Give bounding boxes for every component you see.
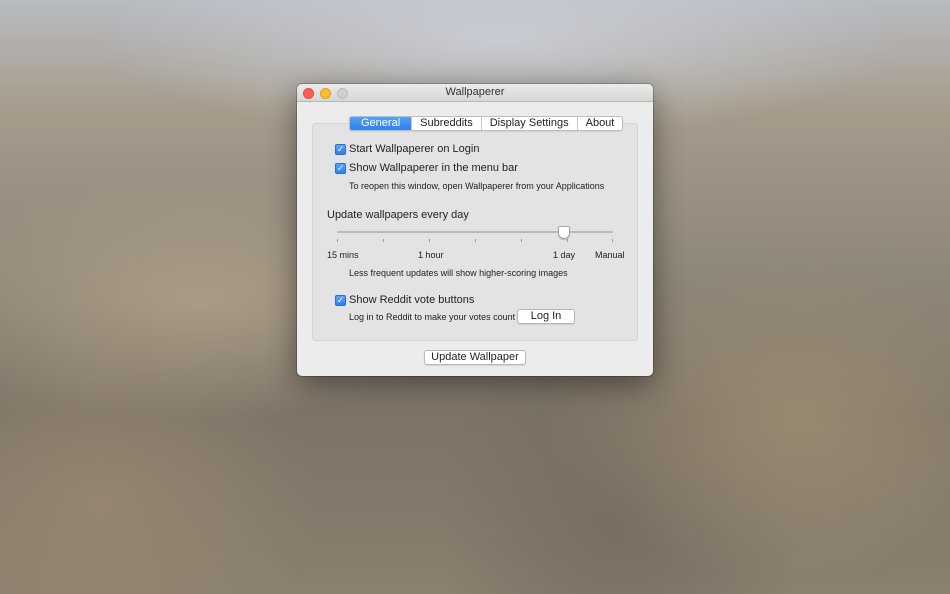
slider-tick — [521, 239, 522, 242]
slider-tick — [429, 239, 430, 242]
window-title: Wallpaperer — [445, 86, 505, 98]
slider-tick — [337, 239, 338, 242]
update-hint: Less frequent updates will show higher-s… — [349, 268, 568, 278]
vote-buttons-row: ✓ Show Reddit vote buttons — [335, 294, 474, 306]
start-on-login-checkbox[interactable]: ✓ — [335, 143, 346, 155]
wallpaperer-window: Wallpaperer General Subreddits Display S… — [297, 84, 653, 376]
update-frequency-slider[interactable] — [337, 231, 613, 233]
start-on-login-label[interactable]: Start Wallpaperer on Login — [349, 143, 479, 155]
slider-label-manual: Manual — [595, 250, 625, 260]
slider-tick — [612, 239, 613, 242]
login-hint: Log in to Reddit to make your votes coun… — [349, 312, 516, 322]
tab-general[interactable]: General — [350, 117, 412, 130]
log-in-button[interactable]: Log In — [517, 309, 575, 324]
slider-label-15-mins: 15 mins — [327, 250, 359, 260]
vote-buttons-checkbox[interactable]: ✓ — [335, 294, 346, 306]
slider-tick — [383, 239, 384, 242]
title-bar[interactable]: Wallpaperer — [297, 84, 653, 102]
slider-tick — [475, 239, 476, 242]
slider-label-1-hour: 1 hour — [418, 250, 444, 260]
update-frequency-label: Update wallpapers every day — [327, 209, 469, 221]
update-wallpaper-button[interactable]: Update Wallpaper — [424, 350, 526, 365]
show-in-menubar-row: ✓ Show Wallpaperer in the menu bar — [335, 162, 518, 174]
tab-about[interactable]: About — [576, 117, 623, 130]
slider-knob[interactable] — [558, 226, 570, 239]
tab-subreddits[interactable]: Subreddits — [411, 117, 481, 130]
show-in-menubar-label[interactable]: Show Wallpaperer in the menu bar — [349, 162, 518, 174]
tab-bar: General Subreddits Display Settings Abou… — [349, 116, 624, 131]
show-in-menubar-checkbox[interactable]: ✓ — [335, 162, 346, 174]
reopen-hint: To reopen this window, open Wallpaperer … — [349, 181, 605, 191]
vote-buttons-label[interactable]: Show Reddit vote buttons — [349, 294, 474, 306]
slider-label-1-day: 1 day — [553, 250, 576, 260]
tab-display-settings[interactable]: Display Settings — [480, 117, 577, 130]
start-on-login-row: ✓ Start Wallpaperer on Login — [335, 143, 479, 155]
slider-tick — [567, 239, 568, 242]
